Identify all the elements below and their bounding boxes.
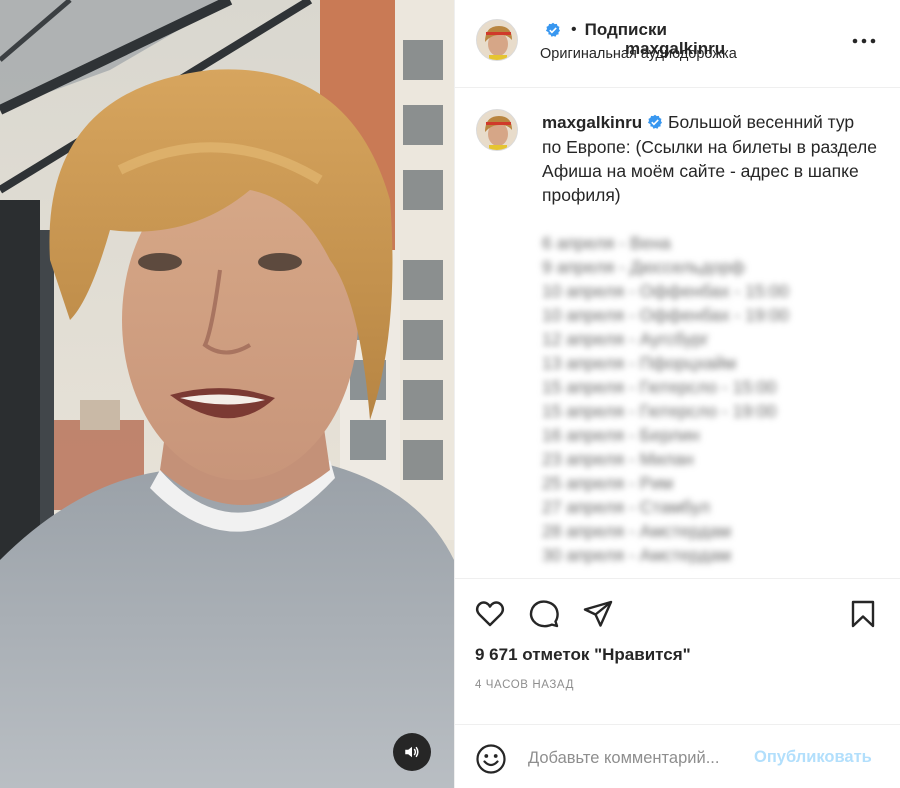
comment-input[interactable]: [528, 745, 750, 771]
tour-date-item: 9 апреля - Дюссельдорф: [542, 257, 745, 277]
bookmark-icon[interactable]: [847, 598, 879, 630]
separator-dot: •: [571, 21, 577, 38]
comment-bubble-icon[interactable]: [528, 598, 560, 630]
smiley-icon[interactable]: [475, 743, 507, 775]
avatar-image: [477, 110, 517, 150]
likes-count[interactable]: 9 671 отметок "Нравится": [475, 645, 691, 665]
tour-date-item: 27 апреля - Стамбул: [542, 497, 710, 517]
tour-date-item: 30 апреля - Амстердам: [542, 545, 731, 565]
speaker-icon: [405, 746, 419, 758]
tour-date-item: 28 апреля - Амстердам: [542, 521, 731, 541]
tour-date-item: 23 апреля - Милан: [542, 449, 694, 469]
header-title-row: maxgalkinru • Подписки: [540, 19, 725, 58]
instagram-post-view: maxgalkinru • Подписки Оригинальная ауди…: [0, 0, 900, 788]
avatar-image: [477, 20, 517, 60]
tour-date-item: 15 апреля - Гютерсло - 15:00: [542, 377, 777, 397]
heart-icon[interactable]: [474, 598, 506, 630]
post-header: maxgalkinru • Подписки Оригинальная ауди…: [455, 0, 900, 88]
add-comment-bar: Опубликовать: [455, 724, 900, 788]
tour-date-item: 6 апреля - Вена: [542, 233, 671, 253]
tour-date-item: 25 апреля - Рим: [542, 473, 674, 493]
more-options-icon[interactable]: [851, 36, 877, 46]
post-actions: 9 671 отметок "Нравится" 4 ЧАСОВ НАЗАД: [455, 578, 900, 724]
caption-username-link[interactable]: maxgalkinru: [542, 113, 642, 132]
video-frame-illustration: [0, 0, 454, 788]
caption-avatar[interactable]: [476, 109, 518, 151]
post-timestamp[interactable]: 4 ЧАСОВ НАЗАД: [475, 679, 574, 691]
tour-date-item: 12 апреля - Аугсбург: [542, 329, 709, 349]
comments-scroll-area[interactable]: maxgalkinru Большой весенний тур по Евро…: [455, 88, 900, 578]
tour-date-item: 10 апреля - Оффенбах - 19:00: [542, 305, 789, 325]
tour-date-item: 13 апреля - Пфорцхайм: [542, 353, 737, 373]
post-side-panel: maxgalkinru • Подписки Оригинальная ауди…: [454, 0, 900, 788]
tour-dates-list: 6 апреля - Вена 9 апреля - Дюссельдорф 1…: [542, 231, 877, 567]
verified-badge-icon: [648, 114, 663, 129]
audio-track-link[interactable]: Оригинальная аудиодорожка: [540, 46, 737, 62]
tour-date-item: 15 апреля - Гютерсло - 19:00: [542, 401, 777, 421]
post-video[interactable]: [0, 0, 454, 788]
publish-comment-button[interactable]: Опубликовать: [754, 748, 872, 767]
post-caption: maxgalkinru Большой весенний тур по Евро…: [542, 110, 877, 567]
tour-date-item: 10 апреля - Оффенбах - 15:00: [542, 281, 789, 301]
sound-toggle-button[interactable]: [393, 733, 431, 771]
paper-plane-icon[interactable]: [582, 598, 614, 630]
avatar[interactable]: [476, 19, 518, 61]
tour-date-item: 16 апреля - Берлин: [542, 425, 700, 445]
following-button[interactable]: Подписки: [585, 20, 667, 40]
verified-badge-icon: [545, 22, 560, 37]
